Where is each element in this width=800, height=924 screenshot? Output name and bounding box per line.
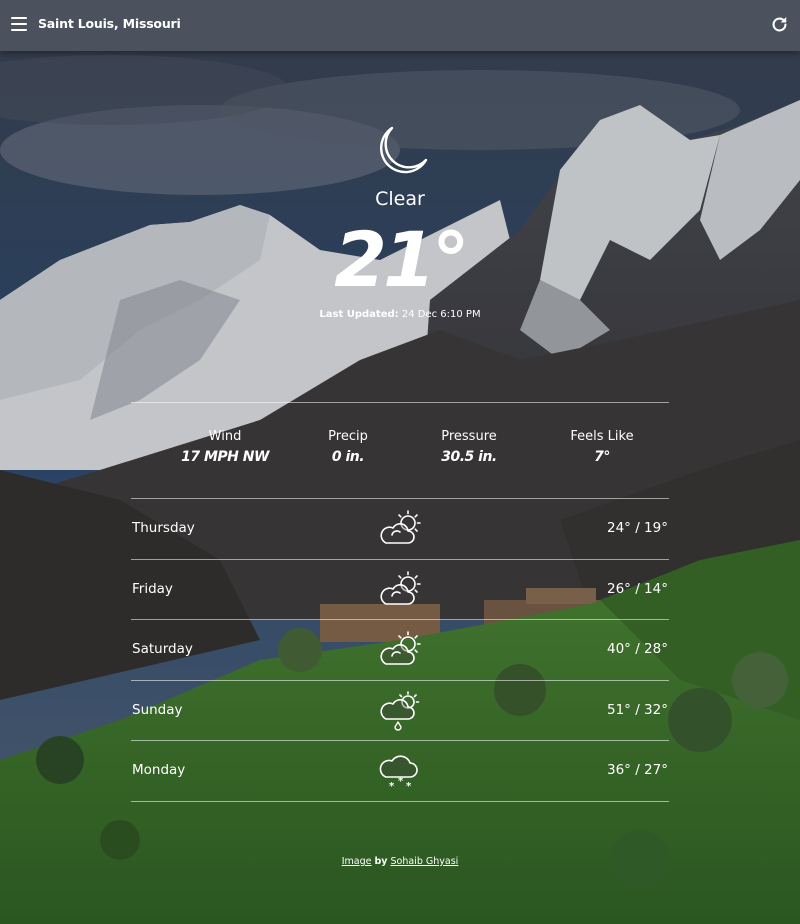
forecast-list: Thursday 24° / 19° Friday 26° / 14° Satu… — [131, 499, 669, 802]
stat-precip: Precip 0 in. — [278, 428, 418, 468]
forecast-row: Sunday 51° / 32° — [131, 681, 669, 741]
stat-label: Wind — [208, 429, 242, 444]
forecast-range: 51° / 32° — [607, 701, 668, 718]
forecast-day: Sunday — [132, 701, 183, 718]
location-title: Saint Louis, Missouri — [38, 16, 181, 31]
top-app-bar: Saint Louis, Missouri — [0, 0, 800, 51]
credit-by: by — [374, 856, 388, 867]
stat-wind: Wind 17 MPH NW — [155, 428, 295, 468]
svg-text:*: * — [406, 781, 412, 791]
forecast-row: Thursday 24° / 19° — [131, 499, 669, 560]
svg-text:*: * — [398, 776, 404, 787]
forecast-day: Friday — [132, 580, 173, 597]
image-credit-link[interactable]: Image — [342, 856, 372, 867]
forecast-range: 24° / 19° — [607, 520, 668, 536]
stat-value: 30.5 in. — [441, 449, 497, 465]
stat-value: 7° — [594, 449, 610, 465]
forecast-day: Saturday — [132, 641, 193, 657]
partly-cloudy-icon — [378, 630, 424, 670]
stat-label: Feels Like — [570, 429, 634, 444]
forecast-day: Thursday — [132, 520, 195, 536]
current-condition: Clear — [375, 188, 425, 210]
last-updated-label: Last Updated: — [319, 309, 399, 320]
forecast-range: 36° / 27° — [607, 762, 668, 778]
partly-cloudy-icon — [378, 570, 424, 610]
current-stats: Wind 17 MPH NW Precip 0 in. Pressure 30.… — [131, 428, 669, 478]
snow-icon: * * * — [378, 751, 424, 791]
last-updated-value: 24 Dec 6:10 PM — [401, 309, 481, 320]
stat-label: Precip — [328, 429, 368, 444]
last-updated: Last Updated: 24 Dec 6:10 PM — [0, 309, 800, 320]
stat-label: Pressure — [441, 429, 497, 444]
divider — [131, 402, 669, 403]
refresh-icon[interactable] — [770, 15, 789, 34]
stat-feels-like: Feels Like 7° — [532, 428, 672, 468]
forecast-day: Monday — [132, 762, 186, 778]
partly-cloudy-icon — [378, 509, 424, 549]
forecast-row: Friday 26° / 14° — [131, 560, 669, 620]
hamburger-menu-icon[interactable] — [11, 16, 27, 32]
partly-cloudy-rain-icon — [378, 690, 424, 731]
stat-value: 17 MPH NW — [181, 449, 269, 465]
current-temperature: 21° — [334, 215, 470, 304]
stat-value: 0 in. — [331, 449, 365, 465]
forecast-range: 26° / 14° — [607, 580, 668, 597]
forecast-row: Saturday 40° / 28° — [131, 620, 669, 681]
forecast-row: Monday * * * 36° / 27° — [131, 741, 669, 802]
credit-author-link[interactable]: Sohaib Ghyasi — [391, 856, 459, 867]
image-credit: Image by Sohaib Ghyasi — [0, 856, 800, 867]
forecast-range: 40° / 28° — [607, 641, 668, 657]
svg-text:*: * — [389, 781, 395, 791]
stat-pressure: Pressure 30.5 in. — [399, 428, 539, 468]
moon-icon — [372, 124, 428, 180]
